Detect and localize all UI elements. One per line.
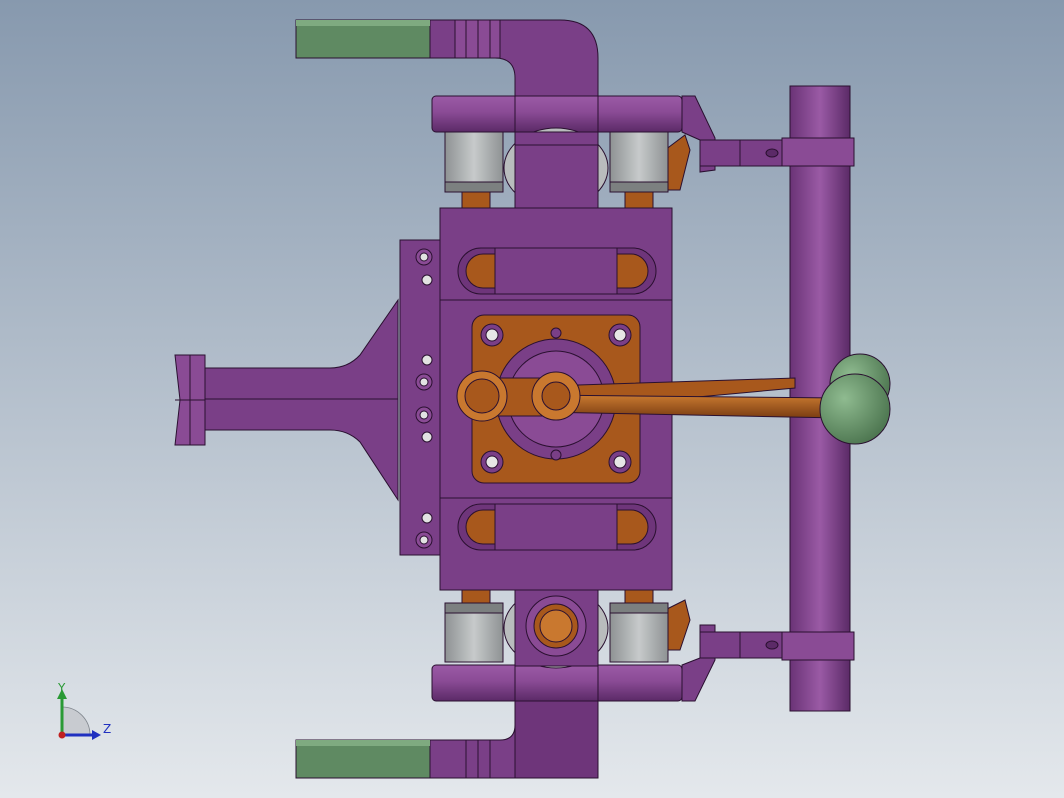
x-axis-dot xyxy=(58,731,66,739)
y-axis-label: Y xyxy=(57,681,66,695)
z-axis-label: Z xyxy=(103,722,111,736)
model-canvas[interactable]: Y Z xyxy=(0,0,1064,798)
shift-knob[interactable] xyxy=(819,373,891,445)
cad-viewport[interactable]: Y Z xyxy=(0,0,1064,798)
